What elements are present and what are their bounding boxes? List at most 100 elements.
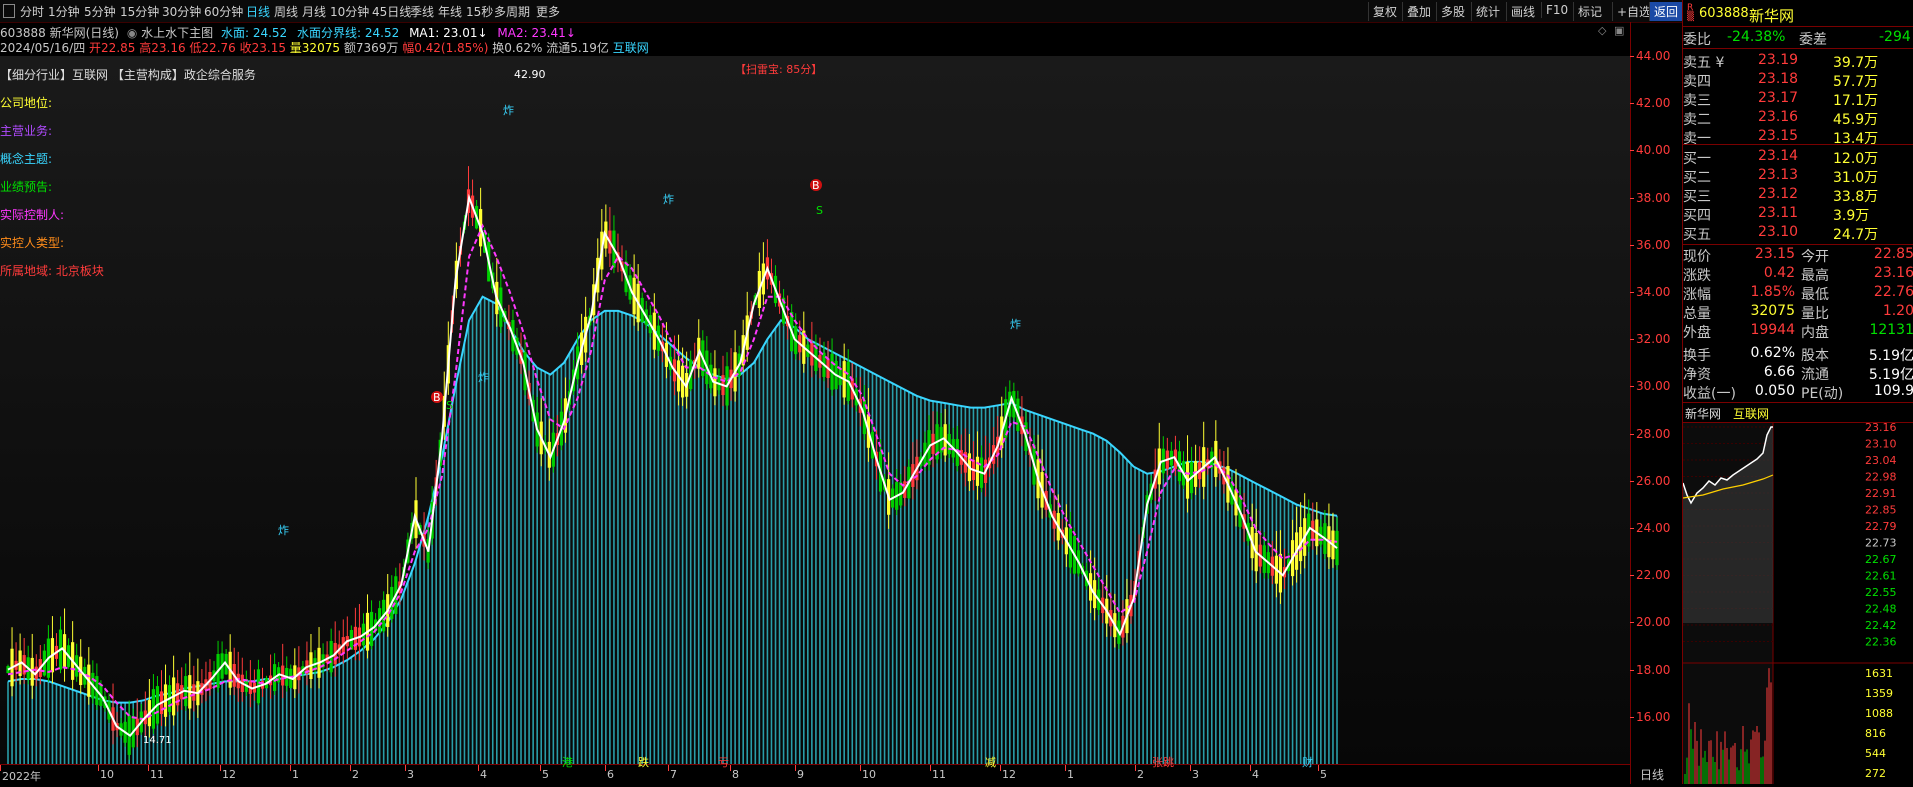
period-tab[interactable]: 分时 [20, 3, 44, 20]
toolbar-button[interactable]: F10 [1541, 2, 1572, 18]
date-tick: 2 [352, 768, 359, 781]
quote-name: 新华网 [1749, 7, 1795, 25]
bid-volume: 31.0万 [1833, 170, 1879, 186]
price-tick-mark [1630, 622, 1634, 624]
toolbar-button[interactable]: 统计 [1471, 2, 1504, 21]
bid-label: 买一 [1683, 151, 1711, 167]
date-tick: 3 [1192, 768, 1199, 781]
stat-label: 今开 [1801, 249, 1829, 265]
quote-code: 603888 [1699, 6, 1749, 21]
mini-tab-sector[interactable]: 互联网 [1733, 405, 1770, 423]
signal-marker: B [433, 391, 441, 404]
stat-label: 内盘 [1801, 325, 1829, 341]
diamond-icon[interactable]: ◇ [1598, 24, 1606, 37]
toolbar-button[interactable]: 叠加 [1402, 2, 1435, 21]
price-tick-mark [1630, 480, 1634, 482]
rz-badge: R ▒ [1687, 3, 1694, 22]
event-tag[interactable]: 张跳 [1152, 754, 1174, 770]
stat-value: 22.76 [1873, 284, 1913, 300]
price-tick: 36.00 [1636, 237, 1671, 252]
signal-marker: 炸 [478, 371, 489, 384]
date-tick: 11 [932, 768, 946, 781]
bid-label: 买三 [1683, 189, 1711, 205]
bid-volume: 33.8万 [1833, 189, 1879, 205]
stat-label: 涨跌 [1683, 268, 1711, 284]
period-tab[interactable]: 10分钟 [330, 3, 369, 20]
price-tick: 40.00 [1636, 143, 1671, 158]
mini-tab-stock[interactable]: 新华网 [1685, 405, 1721, 422]
stat-value: 23.15 [1754, 246, 1795, 262]
price-tick-mark [1630, 150, 1634, 152]
period-tab[interactable]: 5分钟 [84, 3, 116, 20]
date-tick-mark [540, 765, 541, 771]
date-tick-mark [405, 765, 406, 771]
mini-price-tick: 22.73 [1865, 537, 1897, 550]
period-tab[interactable]: 多周期 [494, 3, 530, 20]
period-tab[interactable]: 15分钟 [120, 3, 159, 20]
period-tab[interactable]: 15秒 [466, 3, 493, 20]
period-tab[interactable]: 季线 [410, 3, 434, 20]
period-tab[interactable]: 60分钟 [204, 3, 243, 20]
mini-volume-tick: 1088 [1865, 707, 1893, 720]
toolbar-button[interactable]: 多股 [1436, 2, 1469, 21]
date-tick: 10 [100, 768, 114, 781]
price-tick-mark [1630, 669, 1634, 671]
mini-price-tick: 22.67 [1865, 553, 1897, 566]
date-tick-mark [795, 765, 796, 771]
date-tick-mark [0, 765, 1, 771]
period-footer-tab[interactable]: 日线 [1640, 766, 1664, 783]
signal-marker: S [446, 399, 453, 412]
stat-value: 1.20 [1882, 303, 1913, 319]
event-tag[interactable]: 亏 [718, 754, 729, 770]
stat-label: 股本 [1801, 348, 1829, 364]
ohlc-sector[interactable]: 互联网 [613, 41, 649, 55]
toolbar-button[interactable]: 返回 [1649, 2, 1683, 21]
stock-title: 603888 新华网(日线) [0, 26, 119, 40]
indicator-name[interactable]: 水上水下主图 [141, 26, 213, 40]
period-tab[interactable]: 45日线 [372, 3, 411, 20]
toolbar-button[interactable]: 复权 [1368, 2, 1401, 21]
scan-score[interactable]: 【扫雷宝: 85分】 [735, 61, 822, 77]
ohlc-amount: 额7369万 [343, 41, 399, 55]
price-tick: 22.00 [1636, 568, 1671, 583]
mini-price-tick: 23.04 [1865, 454, 1897, 467]
ask-label: 卖五 ¥ [1683, 55, 1725, 71]
period-tab[interactable]: 周线 [274, 3, 298, 20]
stat-value: 23.16 [1873, 265, 1913, 281]
period-tab[interactable]: 年线 [438, 3, 462, 20]
date-tick: 1 [292, 768, 299, 781]
stat-label: 外盘 [1683, 325, 1711, 341]
window-toggle-icon[interactable]: ▣ [1614, 24, 1624, 37]
intraday-mini-chart[interactable]: 23.16 23.10 23.04 22.98 22.91 22.85 22.79 22.73… [1682, 421, 1913, 784]
event-tag[interactable]: 港 [562, 754, 573, 770]
period-tab[interactable]: 更多 [536, 3, 560, 20]
ask-volume: 17.1万 [1833, 93, 1879, 109]
toolbar-button[interactable]: 画线 [1506, 2, 1539, 21]
period-tab[interactable]: 月线 [302, 3, 326, 20]
menu-icon[interactable] [3, 4, 15, 18]
stock-info-panel: 【细分行业】互联网 【主营构成】政企综合服务 公司地位: 主营业务: 概念主题:… [0, 64, 600, 284]
toolbar-button[interactable]: 标记 [1573, 2, 1606, 21]
concept-theme: 概念主题: [0, 152, 53, 166]
event-tag[interactable]: 跌 [638, 754, 649, 770]
stat-value: 1.85% [1750, 284, 1795, 300]
stat-value: 32075 [1750, 303, 1795, 319]
mini-price-tick: 22.79 [1865, 520, 1897, 533]
eye-icon[interactable]: ◉ [127, 26, 137, 40]
ma2-value: MA2: 23.41 [497, 26, 566, 40]
price-tick-mark [1630, 292, 1634, 293]
price-tick: 32.00 [1636, 332, 1671, 347]
period-tab[interactable]: 日线 [246, 3, 270, 20]
stat-label: 总量 [1683, 306, 1711, 322]
date-tick-mark [220, 765, 221, 771]
stat-value: 12131 [1869, 322, 1913, 338]
period-tab[interactable]: 30分钟 [162, 3, 201, 20]
event-tag[interactable]: 减 [985, 754, 996, 770]
period-tab[interactable]: 1分钟 [48, 3, 80, 20]
price-tick-mark [1630, 386, 1634, 388]
date-tick: 3 [407, 768, 414, 781]
mini-volume-tick: 272 [1865, 767, 1886, 780]
signal-marker: 炸 [1010, 318, 1021, 331]
mini-price-tick: 22.42 [1865, 619, 1897, 632]
event-tag[interactable]: 财 [1302, 754, 1313, 770]
